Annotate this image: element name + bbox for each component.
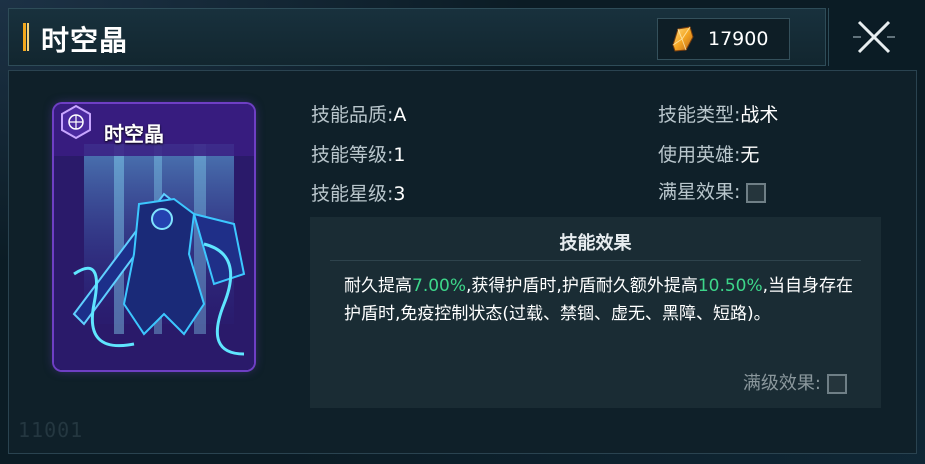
- watermark-code: 11001: [18, 418, 84, 442]
- close-area: [828, 8, 918, 66]
- title-accent: [23, 23, 29, 51]
- crystal-icon: [672, 26, 694, 52]
- quality-field: 技能品质:A: [311, 100, 406, 127]
- effect-box: 技能效果 耐久提高7.00%,获得护盾时,护盾耐久额外提高10.50%,当自身存…: [310, 217, 881, 408]
- quality-label: 技能品质:: [311, 104, 394, 126]
- max-star-field: 满星效果:: [658, 177, 767, 204]
- quality-value: A: [393, 104, 407, 126]
- effect-divider: [330, 260, 861, 261]
- currency-value: 17900: [708, 28, 769, 50]
- effect-highlight-value: 7.00%: [412, 276, 467, 296]
- type-value: 战术: [740, 104, 779, 126]
- card-name: 时空晶: [104, 122, 164, 146]
- max-star-checkbox[interactable]: [746, 182, 767, 203]
- type-field: 技能类型:战术: [658, 100, 778, 127]
- page-title: 时空晶: [41, 24, 129, 57]
- hero-value: 无: [740, 144, 760, 166]
- star-label: 技能星级:: [311, 183, 394, 205]
- effect-text-part: ,获得护盾时,护盾耐久额外提高: [466, 276, 698, 296]
- star-field: 技能星级:3: [311, 179, 406, 206]
- max-level-checkbox[interactable]: [827, 374, 847, 394]
- skill-card: 时空晶: [54, 104, 254, 370]
- max-star-label: 满星效果:: [658, 181, 741, 203]
- close-icon[interactable]: [851, 14, 897, 60]
- level-field: 技能等级:1: [311, 140, 406, 167]
- star-value: 3: [393, 183, 406, 205]
- level-label: 技能等级:: [311, 144, 394, 166]
- effect-title: 技能效果: [559, 233, 632, 254]
- max-level-label: 满级效果:: [742, 373, 821, 394]
- currency-display: 17900: [657, 18, 790, 60]
- max-level-field: 满级效果:: [743, 369, 847, 395]
- effect-highlight-value: 10.50%: [697, 276, 763, 296]
- type-label: 技能类型:: [658, 104, 741, 126]
- hero-label: 使用英雄:: [658, 144, 741, 166]
- hero-field: 使用英雄:无: [658, 140, 759, 167]
- effect-description: 耐久提高7.00%,获得护盾时,护盾耐久额外提高10.50%,当自身存在护盾时,…: [344, 272, 854, 328]
- level-value: 1: [393, 144, 406, 166]
- effect-text-part: 耐久提高: [344, 276, 412, 296]
